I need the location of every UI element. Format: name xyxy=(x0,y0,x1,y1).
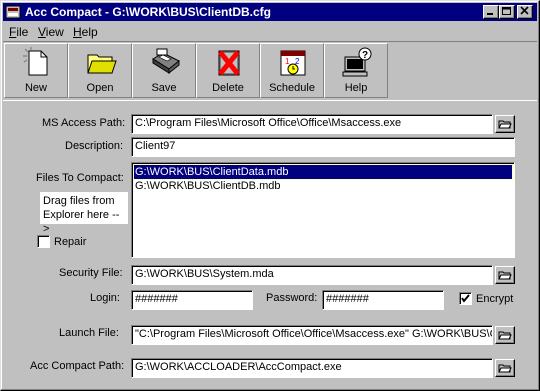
open-folder-icon xyxy=(498,364,512,373)
window-title: Acc Compact - G:\WORK\BUS\ClientDB.cfg xyxy=(25,5,272,19)
maximize-icon xyxy=(502,7,511,15)
ms-access-path-input[interactable]: C:\Program Files\Microsoft Office\Office… xyxy=(131,114,493,134)
open-folder-icon xyxy=(498,120,512,129)
menu-help[interactable]: Help xyxy=(73,25,98,39)
new-file-icon xyxy=(23,47,48,76)
toolbar: New Open Save Delete 1 2 Schedule ? Help xyxy=(3,41,537,101)
save-icon xyxy=(152,48,180,75)
svg-text:?: ? xyxy=(362,50,368,61)
new-button[interactable]: New xyxy=(4,43,68,98)
acc-compact-path-input[interactable]: G:\WORK\ACCLOADER\AccCompact.exe xyxy=(131,358,493,378)
save-label: Save xyxy=(151,82,177,94)
menu-bar: File View Help xyxy=(3,22,537,40)
checkmark-icon xyxy=(461,294,470,303)
open-button[interactable]: Open xyxy=(68,43,132,98)
minimize-icon xyxy=(487,13,493,15)
drag-hint-line1: Drag files from xyxy=(43,195,115,207)
login-input[interactable]: ####### xyxy=(131,290,253,310)
ms-access-path-label: MS Access Path: xyxy=(42,117,126,129)
open-label: Open xyxy=(86,82,114,94)
delete-label: Delete xyxy=(212,82,244,94)
files-to-compact-list[interactable]: G:\WORK\BUS\ClientData.mdb G:\WORK\BUS\C… xyxy=(131,162,515,258)
delete-button[interactable]: Delete xyxy=(196,43,260,98)
acc-compact-path-browse-button[interactable] xyxy=(495,359,515,377)
launch-file-label: Launch File: xyxy=(59,327,119,339)
open-folder-icon xyxy=(498,331,512,340)
acc-compact-path-label: Acc Compact Path: xyxy=(30,360,125,372)
repair-checkbox[interactable] xyxy=(37,235,50,248)
schedule-icon: 1 2 xyxy=(280,50,306,76)
schedule-label: Schedule xyxy=(269,82,315,94)
menu-view[interactable]: View xyxy=(38,25,64,39)
encrypt-label: Encrypt xyxy=(476,293,514,305)
security-file-browse-button[interactable] xyxy=(495,266,515,284)
security-file-input[interactable]: G:\WORK\BUS\System.mda xyxy=(131,265,493,285)
help-button[interactable]: ? Help xyxy=(324,43,388,98)
repair-label: Repair xyxy=(54,236,87,248)
main-window: Acc Compact - G:\WORK\BUS\ClientDB.cfg F… xyxy=(0,0,540,391)
schedule-button[interactable]: 1 2 Schedule xyxy=(260,43,324,98)
drag-hint-line2: Explorer here --> xyxy=(43,209,120,235)
help-label: Help xyxy=(344,82,368,94)
password-label: Password: xyxy=(266,292,318,304)
delete-icon xyxy=(218,50,240,76)
save-button[interactable]: Save xyxy=(132,43,196,98)
ms-access-path-browse-button[interactable] xyxy=(495,115,515,133)
description-label: Description: xyxy=(65,140,124,152)
login-label: Login: xyxy=(90,292,120,304)
list-item[interactable]: G:\WORK\BUS\ClientDB.mdb xyxy=(134,179,512,193)
minimize-button[interactable] xyxy=(483,5,499,19)
new-label: New xyxy=(24,82,47,94)
app-icon xyxy=(5,5,21,19)
open-folder-icon xyxy=(498,271,512,280)
folder-icon xyxy=(87,54,117,74)
close-icon xyxy=(520,6,529,15)
files-to-compact-label: Files To Compact: xyxy=(36,172,124,184)
password-input[interactable]: ####### xyxy=(322,290,444,310)
security-file-label: Security File: xyxy=(59,267,123,279)
menu-file[interactable]: File xyxy=(9,25,28,39)
list-item[interactable]: G:\WORK\BUS\ClientData.mdb xyxy=(133,164,513,180)
launch-file-browse-button[interactable] xyxy=(495,326,515,344)
description-input[interactable]: Client97 xyxy=(131,137,515,157)
help-computer-icon: ? xyxy=(342,47,372,77)
drag-files-hint: Drag files from Explorer here --> xyxy=(40,192,128,235)
close-button[interactable] xyxy=(517,5,533,19)
maximize-button[interactable] xyxy=(499,5,515,19)
title-bar[interactable]: Acc Compact - G:\WORK\BUS\ClientDB.cfg xyxy=(3,3,537,21)
svg-text:1: 1 xyxy=(285,57,290,66)
launch-file-input[interactable]: "C:\Program Files\Microsoft Office\Offic… xyxy=(131,325,493,345)
encrypt-checkbox[interactable] xyxy=(459,292,472,305)
